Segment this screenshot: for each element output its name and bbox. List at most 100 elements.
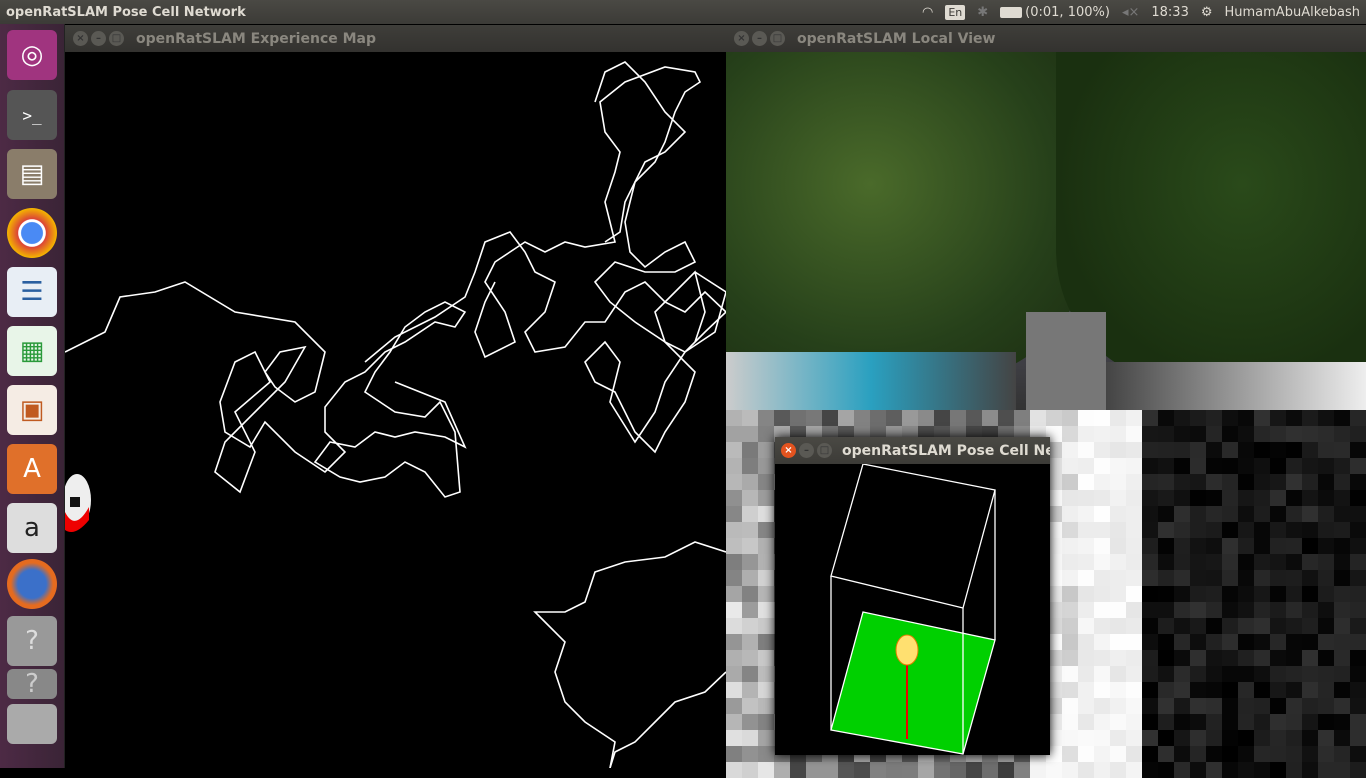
template-pixel bbox=[1206, 570, 1222, 586]
template-pixel bbox=[1110, 410, 1126, 426]
template-pixel bbox=[1094, 426, 1110, 442]
template-pixel bbox=[1110, 602, 1126, 618]
maximize-button[interactable]: □ bbox=[109, 31, 124, 46]
map-path bbox=[364, 66, 726, 454]
template-pixel bbox=[1078, 602, 1094, 618]
template-pixel bbox=[1094, 762, 1110, 778]
template-pixel bbox=[758, 602, 774, 618]
template-pixel bbox=[902, 762, 918, 778]
software-center-icon[interactable]: A bbox=[7, 444, 57, 494]
template-pixel bbox=[758, 666, 774, 682]
template-pixel bbox=[1238, 682, 1254, 698]
activity-packet bbox=[895, 634, 919, 666]
template-pixel bbox=[1110, 586, 1126, 602]
template-pixel bbox=[1222, 458, 1238, 474]
template-pixel bbox=[1110, 474, 1126, 490]
template-pixel bbox=[742, 682, 758, 698]
template-pixel bbox=[1190, 634, 1206, 650]
clock[interactable]: 18:33 bbox=[1151, 5, 1188, 20]
template-pixel bbox=[1270, 506, 1286, 522]
minimize-button[interactable]: – bbox=[752, 31, 767, 46]
minimize-button[interactable]: – bbox=[799, 443, 814, 458]
template-pixel bbox=[1286, 602, 1302, 618]
user-name[interactable]: HumamAbuAlkebash bbox=[1225, 5, 1361, 20]
battery-indicator[interactable]: (0:01, 100%) bbox=[1000, 5, 1110, 20]
template-pixel bbox=[1238, 410, 1254, 426]
template-pixel bbox=[1302, 586, 1318, 602]
template-pixel bbox=[1286, 442, 1302, 458]
template-pixel bbox=[998, 762, 1014, 778]
template-pixel bbox=[1238, 618, 1254, 634]
template-pixel bbox=[1350, 682, 1366, 698]
template-pixel bbox=[1318, 698, 1334, 714]
wifi-icon[interactable]: ◠ bbox=[922, 5, 933, 20]
template-pixel bbox=[998, 410, 1014, 426]
power-icon[interactable]: ⚙ bbox=[1201, 5, 1213, 20]
template-pixel bbox=[1174, 762, 1190, 778]
keyboard-indicator[interactable]: En bbox=[945, 4, 966, 20]
bluetooth-icon[interactable]: ✱ bbox=[977, 5, 988, 20]
template-pixel bbox=[742, 538, 758, 554]
template-pixel bbox=[1062, 490, 1078, 506]
terminal-icon[interactable]: >_ bbox=[7, 90, 57, 140]
minimize-button[interactable]: – bbox=[91, 31, 106, 46]
maximize-button[interactable]: □ bbox=[817, 443, 832, 458]
template-pixel bbox=[1350, 442, 1366, 458]
template-pixel bbox=[1334, 602, 1350, 618]
template-pixel bbox=[1174, 682, 1190, 698]
impress-icon[interactable]: ▣ bbox=[7, 385, 57, 435]
amazon-icon[interactable]: a bbox=[7, 503, 57, 553]
unknown-app-icon[interactable]: ? bbox=[7, 616, 57, 666]
chrome-icon[interactable] bbox=[7, 208, 57, 258]
template-pixel bbox=[1334, 666, 1350, 682]
writer-icon[interactable]: ☰ bbox=[7, 267, 57, 317]
template-pixel bbox=[1334, 410, 1350, 426]
template-pixel bbox=[1318, 762, 1334, 778]
template-pixel bbox=[726, 634, 742, 650]
template-pixel bbox=[1206, 698, 1222, 714]
close-button[interactable]: × bbox=[734, 31, 749, 46]
template-pixel bbox=[1062, 538, 1078, 554]
template-pixel bbox=[1270, 762, 1286, 778]
template-pixel bbox=[1222, 682, 1238, 698]
unknown-app-icon[interactable]: ? bbox=[7, 669, 57, 699]
window-title: openRatSLAM Local View bbox=[797, 30, 996, 47]
template-pixel bbox=[1110, 506, 1126, 522]
template-pixel bbox=[1110, 730, 1126, 746]
template-pixel bbox=[1062, 666, 1078, 682]
close-button[interactable]: × bbox=[73, 31, 88, 46]
template-pixel bbox=[726, 714, 742, 730]
template-pixel bbox=[1318, 426, 1334, 442]
files-icon[interactable]: ▤ bbox=[7, 149, 57, 199]
close-button[interactable]: × bbox=[781, 443, 796, 458]
template-pixel bbox=[1286, 650, 1302, 666]
template-pixel bbox=[742, 618, 758, 634]
template-pixel bbox=[1142, 538, 1158, 554]
maximize-button[interactable]: □ bbox=[770, 31, 785, 46]
template-pixel bbox=[1222, 426, 1238, 442]
template-pixel bbox=[790, 410, 806, 426]
template-pixel bbox=[1158, 554, 1174, 570]
map-path bbox=[65, 281, 467, 498]
template-pixel bbox=[1126, 474, 1142, 490]
workspace-switcher-icon[interactable] bbox=[7, 704, 57, 744]
template-pixel bbox=[1110, 522, 1126, 538]
ubuntu-dash-icon[interactable]: ◎ bbox=[7, 30, 57, 80]
template-pixel bbox=[1174, 602, 1190, 618]
template-pixel bbox=[726, 490, 742, 506]
template-pixel bbox=[1110, 666, 1126, 682]
template-pixel bbox=[1334, 538, 1350, 554]
firefox-icon[interactable] bbox=[7, 559, 57, 609]
template-pixel bbox=[1190, 410, 1206, 426]
template-pixel bbox=[1078, 506, 1094, 522]
template-pixel bbox=[1094, 666, 1110, 682]
template-pixel bbox=[1222, 474, 1238, 490]
template-pixel bbox=[1094, 698, 1110, 714]
template-pixel bbox=[1142, 650, 1158, 666]
calc-icon[interactable]: ▦ bbox=[7, 326, 57, 376]
template-pixel bbox=[742, 730, 758, 746]
template-pixel bbox=[1126, 714, 1142, 730]
template-pixel bbox=[1190, 682, 1206, 698]
template-pixel bbox=[1142, 682, 1158, 698]
volume-muted-icon[interactable]: ◂× bbox=[1122, 5, 1139, 20]
